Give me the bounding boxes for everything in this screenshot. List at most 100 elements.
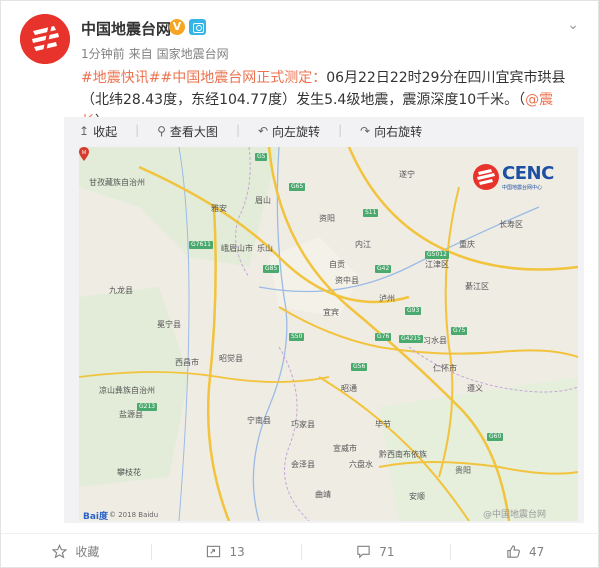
map-label: 泸州: [379, 294, 395, 303]
map-label: 六盘水: [349, 460, 373, 469]
map-label: 遵义: [467, 384, 483, 393]
favorite-label: 收藏: [75, 545, 100, 559]
zoom-icon: ⚲: [157, 124, 166, 138]
action-bar: 收藏 13 71 47: [1, 533, 599, 568]
divider: |: [135, 123, 140, 137]
like-button[interactable]: 47: [450, 534, 599, 568]
map-label: 自贡: [329, 260, 345, 269]
comment-button[interactable]: 71: [300, 534, 451, 568]
map-label: 安顺: [409, 492, 425, 501]
source-prefix: 来自: [128, 47, 153, 61]
road-shield: G7611: [189, 241, 213, 249]
map-label: 攀枝花: [117, 468, 141, 477]
map-label: 会泽县: [291, 460, 315, 469]
map-label: 遂宁: [399, 170, 415, 179]
rotate-left-label: 向左旋转: [272, 124, 321, 139]
road-shield: G213: [137, 403, 158, 411]
map-label: 昭通: [341, 384, 357, 393]
map-label: 甘孜藏族自治州: [89, 178, 145, 187]
map-label: 仁怀市: [433, 364, 457, 373]
post-time[interactable]: 1分钟前: [81, 47, 125, 61]
map-label: 眉山: [255, 196, 271, 205]
baidu-logo: Bai度: [83, 512, 109, 521]
map-label: 昭觉县: [219, 354, 243, 363]
svg-text:M: M: [82, 150, 86, 156]
map-label: 峨眉山市: [221, 244, 253, 253]
epicenter-marker-icon: M: [79, 147, 89, 161]
hashtag-link[interactable]: #中国地震台网正式测定：: [160, 70, 326, 86]
map-label: 曲靖: [315, 490, 331, 499]
repost-button[interactable]: 13: [150, 534, 301, 568]
road-shield: G65: [289, 183, 306, 191]
map-label: 宜宾: [323, 308, 339, 317]
view-large-label: 查看大图: [169, 124, 218, 139]
road-shield: G85: [263, 265, 280, 273]
road-shield: G76: [375, 333, 392, 341]
hashtag-link[interactable]: #地震快讯#: [81, 70, 160, 86]
author-name[interactable]: 中国地震台网: [81, 18, 171, 39]
divider: |: [235, 123, 240, 137]
cenc-logo-text: CENC: [502, 163, 554, 184]
weibo-card: 中国地震台网 V ⌄ 1分钟前 来自 国家地震台网 #地震快讯##中国地震台网正式测…: [0, 0, 599, 568]
map-label: 凉山彝族自治州: [99, 386, 155, 395]
map-label: 雅安: [211, 204, 227, 213]
post-source[interactable]: 国家地震台网: [157, 47, 229, 61]
rotate-right-label: 向右旋转: [374, 124, 423, 139]
cenc-avatar-logo: [20, 14, 70, 64]
collapse-button[interactable]: ↥ 收起: [79, 123, 117, 139]
road-shield: G5012: [425, 251, 449, 259]
map-label: 九龙县: [109, 286, 133, 295]
rotate-right-icon: ↷: [360, 124, 371, 138]
road-shield: S50: [289, 333, 305, 341]
rotate-left-icon: ↶: [257, 124, 269, 138]
map-label: 资阳: [319, 214, 335, 223]
map-label: 毕节: [375, 420, 391, 429]
road-shield: G56: [351, 363, 368, 371]
repost-icon: [207, 545, 221, 558]
road-shield: G42: [375, 265, 392, 273]
map-label: 内江: [355, 240, 371, 249]
camera-icon[interactable]: [189, 19, 206, 35]
star-icon: [52, 544, 68, 559]
post-meta: 1分钟前 来自 国家地震台网: [81, 45, 233, 62]
cenc-logo-subtext: 中国地震台网中心: [502, 185, 543, 191]
road-shield: G93: [405, 307, 422, 315]
verified-badge-icon: V: [169, 19, 185, 35]
map-label: 冕宁县: [157, 320, 181, 329]
map-label: 长寿区: [499, 220, 523, 229]
divider: |: [338, 123, 343, 137]
comment-count: 71: [379, 544, 395, 559]
road-shield: G5: [255, 153, 268, 161]
rotate-right-button[interactable]: ↷ 向右旋转: [360, 123, 422, 139]
map-label: 资中县: [335, 276, 359, 285]
view-large-button[interactable]: ⚲ 查看大图: [157, 123, 218, 139]
map-label: 江津区: [425, 260, 449, 269]
rotate-left-button[interactable]: ↶ 向左旋转: [258, 123, 320, 139]
comment-icon: [357, 545, 370, 559]
map-label: 乐山: [257, 244, 273, 253]
chevron-down-icon[interactable]: ⌄: [567, 17, 579, 33]
map-label: 綦江区: [465, 282, 489, 291]
image-watermark: @中国地震台网: [483, 510, 547, 520]
map-label: 巧家县: [291, 420, 315, 429]
map-label: 习水县: [423, 336, 447, 345]
map-label: 西昌市: [175, 358, 199, 367]
avatar[interactable]: [20, 14, 70, 64]
cenc-logo-icon: [473, 164, 499, 190]
favorite-button[interactable]: 收藏: [1, 534, 151, 568]
repost-count: 13: [229, 544, 245, 559]
map-copyright: © 2018 Baidu: [109, 511, 159, 519]
map-label: 重庆: [459, 240, 475, 249]
thumbs-up-icon: [507, 545, 520, 558]
earthquake-map-image[interactable]: 甘孜藏族自治州 雅安 眉山 乐山 峨眉山市 九龙县 冕宁县 西昌市 昭觉县 凉山…: [79, 147, 578, 521]
like-count: 47: [528, 544, 545, 559]
map-label: 宣威市: [333, 444, 357, 453]
media-toolbar: ↥ 收起 | ⚲ 查看大图 | ↶ 向左旋转 | ↷ 向右旋转: [79, 123, 422, 139]
road-shield: G4215: [399, 335, 423, 343]
road-shield: G60: [487, 433, 504, 441]
cenc-logo: CENC 中国地震台网中心: [472, 162, 567, 196]
map-label: 宁南县: [247, 416, 271, 425]
map-background: [79, 147, 578, 521]
collapse-label: 收起: [93, 124, 118, 139]
map-label: 贵阳: [455, 466, 471, 475]
